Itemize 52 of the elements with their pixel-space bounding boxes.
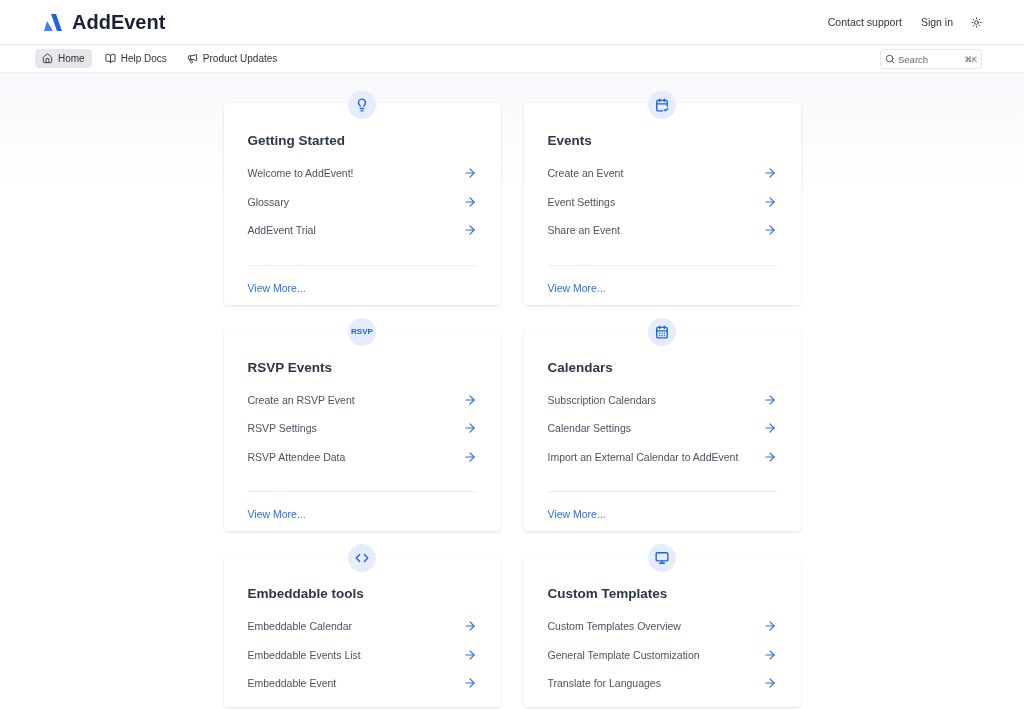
- logo-icon: [44, 13, 62, 31]
- view-more-link[interactable]: View More...: [547, 281, 606, 294]
- arrow-icon: [462, 392, 477, 407]
- article-link[interactable]: Embeddable Calendar: [247, 612, 477, 641]
- calendar-icon: [648, 91, 676, 119]
- article-link[interactable]: Welcome to AddEvent!: [247, 159, 477, 188]
- book-icon: [104, 53, 116, 64]
- article-link[interactable]: Event Settings: [547, 187, 777, 216]
- lightbulb-icon: [348, 91, 376, 119]
- arrow-icon: [762, 647, 777, 662]
- article-link[interactable]: Translate for Languages: [547, 669, 777, 698]
- badge: RSVP: [348, 317, 376, 346]
- view-more-link[interactable]: View More...: [247, 281, 306, 294]
- article-link[interactable]: Embeddable Events List: [247, 640, 477, 669]
- arrow-icon: [762, 194, 777, 209]
- arrow-icon: [762, 392, 777, 407]
- nav-tab[interactable]: Product Updates: [179, 49, 285, 68]
- card-title: Embeddable tools: [247, 586, 365, 601]
- article-link[interactable]: RSVP Attendee Data: [247, 442, 477, 471]
- article-link[interactable]: Subscription Calendars: [547, 385, 777, 414]
- theme-toggle-icon[interactable]: [971, 16, 982, 28]
- article-link[interactable]: General Template Customization: [547, 640, 777, 669]
- article-link[interactable]: Glossary: [247, 187, 477, 216]
- card-title: RSVP Events: [247, 359, 334, 375]
- article-link[interactable]: Share an Event: [547, 216, 777, 245]
- article-link[interactable]: AddEvent Trial: [247, 216, 477, 245]
- card-title: Calendars: [547, 359, 614, 375]
- card-title: Events: [547, 133, 593, 148]
- arrow-icon: [762, 449, 777, 464]
- brand-name: AddEvent: [72, 10, 166, 34]
- megaphone-icon: [186, 53, 198, 64]
- search-icon: [885, 53, 895, 64]
- view-more-link[interactable]: View More...: [247, 508, 306, 520]
- arrow-icon: [462, 449, 477, 464]
- nav-tab[interactable]: Home: [35, 49, 92, 68]
- article-link[interactable]: Calendar Settings: [547, 414, 777, 443]
- article-link[interactable]: Import an External Calendar to AddEvent: [547, 442, 777, 471]
- article-link[interactable]: Custom Templates Overview: [547, 612, 777, 641]
- card-title: Custom Templates: [547, 586, 669, 601]
- calendar-icon: [648, 317, 676, 346]
- home-icon: [42, 53, 53, 64]
- article-link[interactable]: Create an Event: [547, 159, 777, 188]
- article-link[interactable]: Create an RSVP Event: [247, 385, 477, 414]
- code-icon: [348, 544, 376, 572]
- card-title: Getting Started: [247, 133, 346, 148]
- header-link[interactable]: Sign in: [920, 16, 953, 28]
- article-link[interactable]: RSVP Settings: [247, 414, 477, 443]
- monitor-icon: [648, 544, 676, 572]
- view-more-link[interactable]: View More...: [547, 508, 606, 520]
- nav-tab[interactable]: Help Docs: [97, 49, 174, 68]
- header-link[interactable]: Contact support: [827, 16, 902, 28]
- article-link[interactable]: Embeddable Event: [247, 669, 477, 698]
